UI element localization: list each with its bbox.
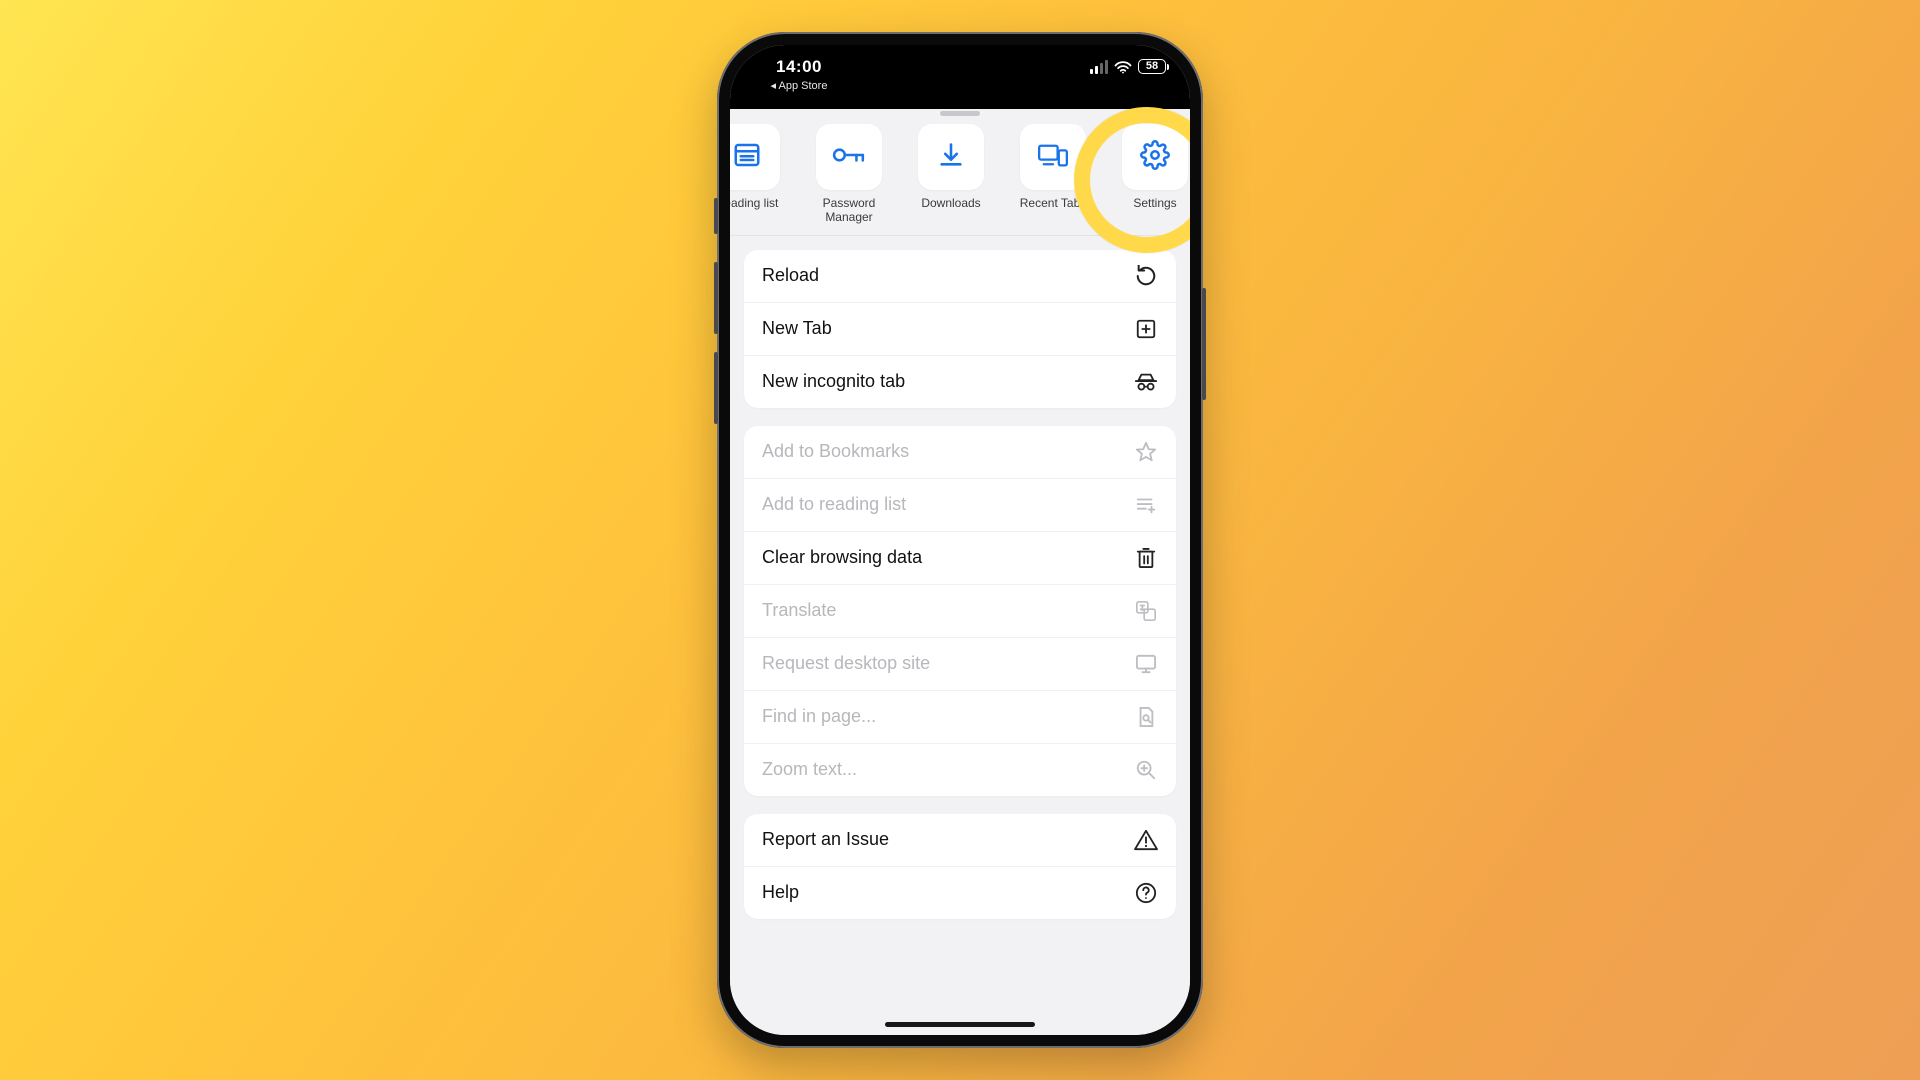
quick-action-label: Reading list: [730, 196, 778, 224]
wifi-icon: [1114, 60, 1132, 74]
menu-label: Add to reading list: [762, 494, 906, 515]
home-indicator[interactable]: [885, 1022, 1035, 1027]
plus-square-icon: [1134, 317, 1158, 341]
menu-label: Request desktop site: [762, 653, 930, 674]
menu-label: Find in page...: [762, 706, 876, 727]
cellular-icon: [1090, 60, 1108, 74]
reload-icon: [1134, 264, 1158, 288]
warning-icon: [1134, 828, 1158, 852]
find-in-page-icon: [1134, 705, 1158, 729]
gear-icon: [1140, 140, 1170, 175]
menu-label: Report an Issue: [762, 829, 889, 850]
quick-action-label: Downloads: [921, 196, 980, 224]
notch: [831, 45, 1089, 85]
list-plus-icon: [1134, 493, 1158, 517]
password-manager-button[interactable]: Password Manager: [804, 124, 894, 225]
translate-item: Translate: [744, 584, 1176, 637]
menu-label: Reload: [762, 265, 819, 286]
star-icon: [1134, 440, 1158, 464]
request-desktop-item: Request desktop site: [744, 637, 1176, 690]
settings-button[interactable]: Settings: [1110, 124, 1190, 225]
help-item[interactable]: Help: [744, 866, 1176, 919]
add-reading-list-item: Add to reading list: [744, 478, 1176, 531]
menu-label: New Tab: [762, 318, 832, 339]
menu-label: Zoom text...: [762, 759, 857, 780]
battery-indicator: 58: [1138, 59, 1166, 74]
help-icon: [1134, 881, 1158, 905]
translate-icon: [1134, 599, 1158, 623]
desktop-icon: [1134, 652, 1158, 676]
trash-icon: [1134, 546, 1158, 570]
quick-action-label: Password Manager: [823, 196, 876, 225]
quick-action-label: Recent Tabs: [1020, 196, 1087, 224]
zoom-text-item: Zoom text...: [744, 743, 1176, 796]
quick-actions-toolbar: Reading list Password Manager: [730, 124, 1190, 236]
recent-tabs-button[interactable]: Recent Tabs: [1008, 124, 1098, 225]
menu-group-tabs: Reload New Tab: [744, 250, 1176, 408]
status-back-to-app[interactable]: ◂ App Store: [754, 79, 844, 92]
add-bookmark-item: Add to Bookmarks: [744, 426, 1176, 478]
menu-label: Add to Bookmarks: [762, 441, 909, 462]
phone-frame: 14:00 ◂ App Store 58: [717, 32, 1203, 1048]
reload-item[interactable]: Reload: [744, 250, 1176, 302]
new-incognito-item[interactable]: New incognito tab: [744, 355, 1176, 408]
menu-label: Help: [762, 882, 799, 903]
quick-action-label: Settings: [1133, 196, 1176, 224]
menu-label: New incognito tab: [762, 371, 905, 392]
zoom-icon: [1134, 758, 1158, 782]
key-icon: [832, 140, 866, 175]
report-issue-item[interactable]: Report an Issue: [744, 814, 1176, 866]
overflow-sheet: Reading list Password Manager: [730, 101, 1190, 1035]
menu-group-page: Add to Bookmarks Add to reading list: [744, 426, 1176, 796]
menu-label: Translate: [762, 600, 836, 621]
sheet-grabber[interactable]: [940, 111, 980, 116]
find-in-page-item: Find in page...: [744, 690, 1176, 743]
reading-list-button[interactable]: Reading list: [730, 124, 792, 225]
downloads-button[interactable]: Downloads: [906, 124, 996, 225]
menu-group-help: Report an Issue Help: [744, 814, 1176, 919]
clear-browsing-data-item[interactable]: Clear browsing data: [744, 531, 1176, 584]
incognito-icon: [1134, 370, 1158, 394]
menu-label: Clear browsing data: [762, 547, 922, 568]
download-icon: [937, 141, 965, 174]
new-tab-item[interactable]: New Tab: [744, 302, 1176, 355]
phone-screen: 14:00 ◂ App Store 58: [730, 45, 1190, 1035]
devices-icon: [1038, 141, 1068, 174]
reading-list-icon: [732, 140, 762, 175]
